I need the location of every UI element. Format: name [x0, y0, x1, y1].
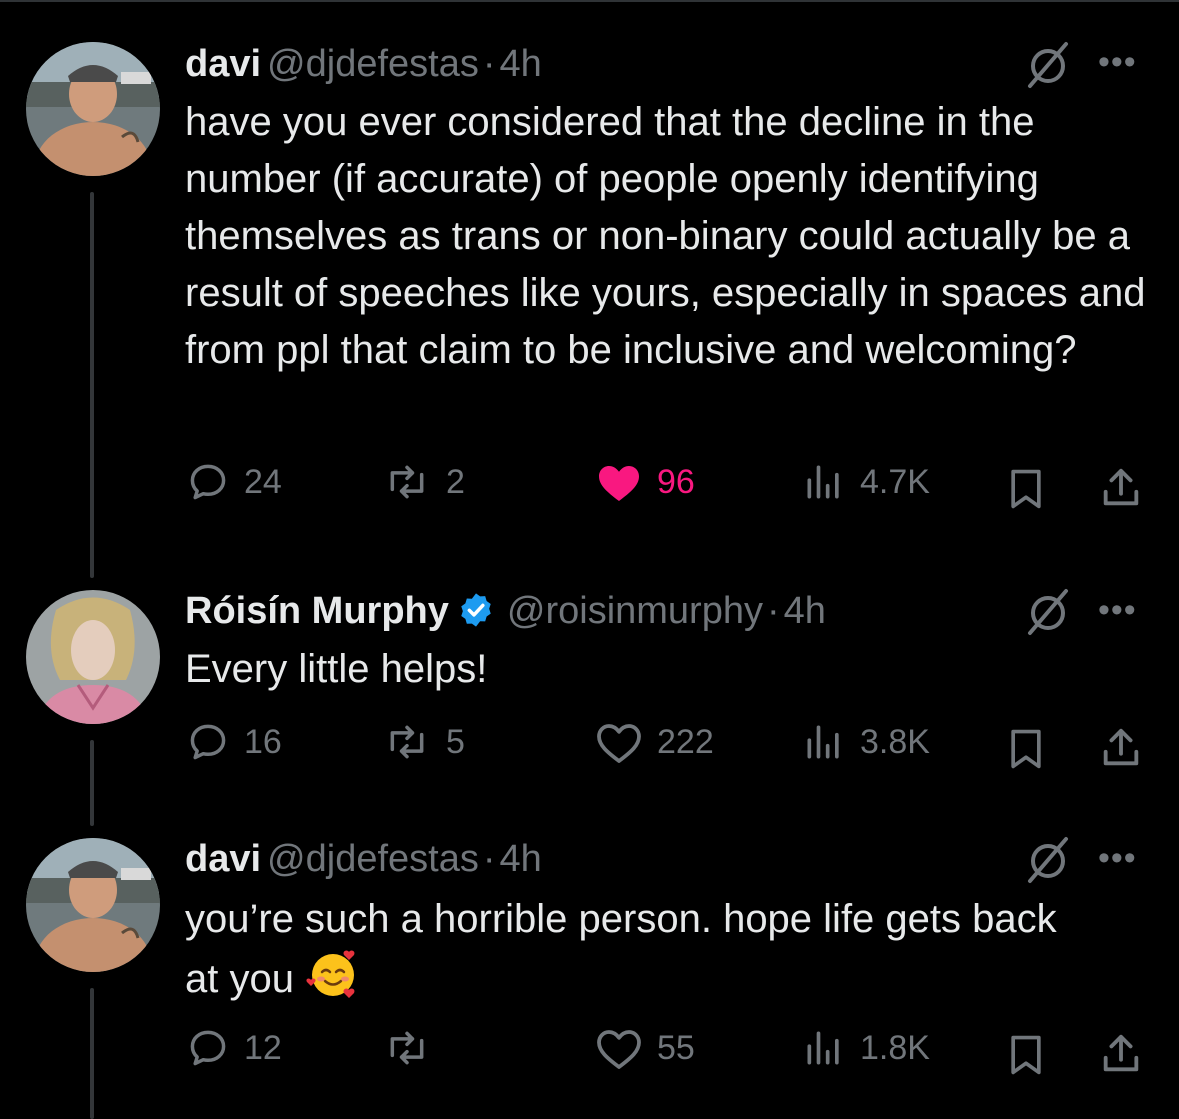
like-count: 96: [657, 462, 695, 501]
views-icon: [807, 725, 839, 759]
smiling-face-with-hearts-icon: [306, 950, 355, 998]
repost-button[interactable]: [382, 1026, 446, 1070]
tweet-text: have you ever considered that the declin…: [185, 100, 1146, 372]
separator-dot: ·: [482, 43, 496, 85]
more-options-button[interactable]: •••: [1098, 841, 1137, 875]
tweet-time[interactable]: 4h: [500, 838, 542, 880]
avatar[interactable]: [26, 42, 160, 176]
repost-count: 2: [446, 462, 465, 501]
bookmark-icon[interactable]: [1004, 1032, 1048, 1078]
views-count: 1.8K: [860, 1028, 930, 1067]
tweet-actions: 24 2 96 4.7K: [0, 460, 1179, 516]
like-button[interactable]: 222: [595, 720, 714, 764]
views-icon: [807, 465, 839, 499]
repost-button[interactable]: 2: [382, 460, 465, 504]
like-count: 222: [657, 722, 714, 761]
views-button[interactable]: 1.8K: [802, 1026, 930, 1070]
share-icon[interactable]: [1098, 724, 1144, 772]
author-name[interactable]: davi: [185, 838, 261, 880]
tweet-actions: 16 5 222 3.8K: [0, 720, 1179, 776]
reply-count: 24: [244, 462, 282, 501]
reply-count: 16: [244, 722, 282, 761]
views-button[interactable]: 4.7K: [802, 460, 930, 504]
repost-icon: [390, 1031, 424, 1065]
top-divider: [0, 0, 1179, 2]
verified-badge-icon: [461, 593, 491, 627]
reply-icon: [190, 724, 226, 760]
tweet-text: you’re such a horrible person. hope life…: [185, 891, 1085, 1008]
views-icon: [807, 1031, 839, 1065]
repost-count: 5: [446, 722, 465, 761]
grok-icon[interactable]: [1020, 831, 1076, 887]
tweet-header: davi @djdefestas · 4h: [185, 837, 542, 881]
reply-button[interactable]: 16: [186, 720, 282, 764]
author-handle[interactable]: @djdefestas: [267, 43, 479, 85]
like-button[interactable]: 96: [595, 460, 695, 504]
share-icon[interactable]: [1098, 464, 1144, 512]
tweet-actions: 12 55 1.8K: [0, 1026, 1179, 1082]
heart-icon: [599, 466, 639, 501]
author-handle[interactable]: @roisinmurphy: [507, 590, 763, 632]
tweet-time[interactable]: 4h: [784, 590, 826, 632]
views-button[interactable]: 3.8K: [802, 720, 930, 764]
tweet-header: Róisín Murphy @roisinmurphy · 4h: [185, 589, 826, 633]
tweet-header: davi @djdefestas · 4h: [185, 42, 542, 86]
reply-icon: [190, 464, 226, 500]
grok-icon[interactable]: [1020, 583, 1076, 639]
heart-icon: [597, 1030, 641, 1069]
like-button[interactable]: 55: [595, 1026, 695, 1070]
more-options-button[interactable]: •••: [1098, 593, 1137, 627]
separator-dot: ·: [766, 590, 780, 632]
repost-button[interactable]: 5: [382, 720, 465, 764]
repost-icon: [390, 465, 424, 499]
separator-dot: ·: [482, 838, 496, 880]
like-count: 55: [657, 1028, 695, 1067]
heart-icon: [597, 724, 641, 763]
bookmark-icon[interactable]: [1004, 726, 1048, 772]
reply-button[interactable]: 24: [186, 460, 282, 504]
share-icon[interactable]: [1098, 1030, 1144, 1078]
reply-count: 12: [244, 1028, 282, 1067]
reply-icon: [190, 1030, 226, 1066]
bookmark-icon[interactable]: [1004, 466, 1048, 512]
repost-icon: [390, 725, 424, 759]
thread-line: [90, 192, 94, 578]
author-handle[interactable]: @djdefestas: [267, 838, 479, 880]
more-options-button[interactable]: •••: [1098, 45, 1137, 79]
avatar[interactable]: [26, 838, 160, 972]
views-count: 3.8K: [860, 722, 930, 761]
avatar[interactable]: [26, 590, 160, 724]
tweet-time[interactable]: 4h: [500, 43, 542, 85]
author-name[interactable]: Róisín Murphy: [185, 590, 449, 632]
author-name[interactable]: davi: [185, 43, 261, 85]
tweet-text: Every little helps!: [185, 647, 488, 691]
reply-button[interactable]: 12: [186, 1026, 282, 1070]
views-count: 4.7K: [860, 462, 930, 501]
grok-icon[interactable]: [1020, 36, 1076, 92]
